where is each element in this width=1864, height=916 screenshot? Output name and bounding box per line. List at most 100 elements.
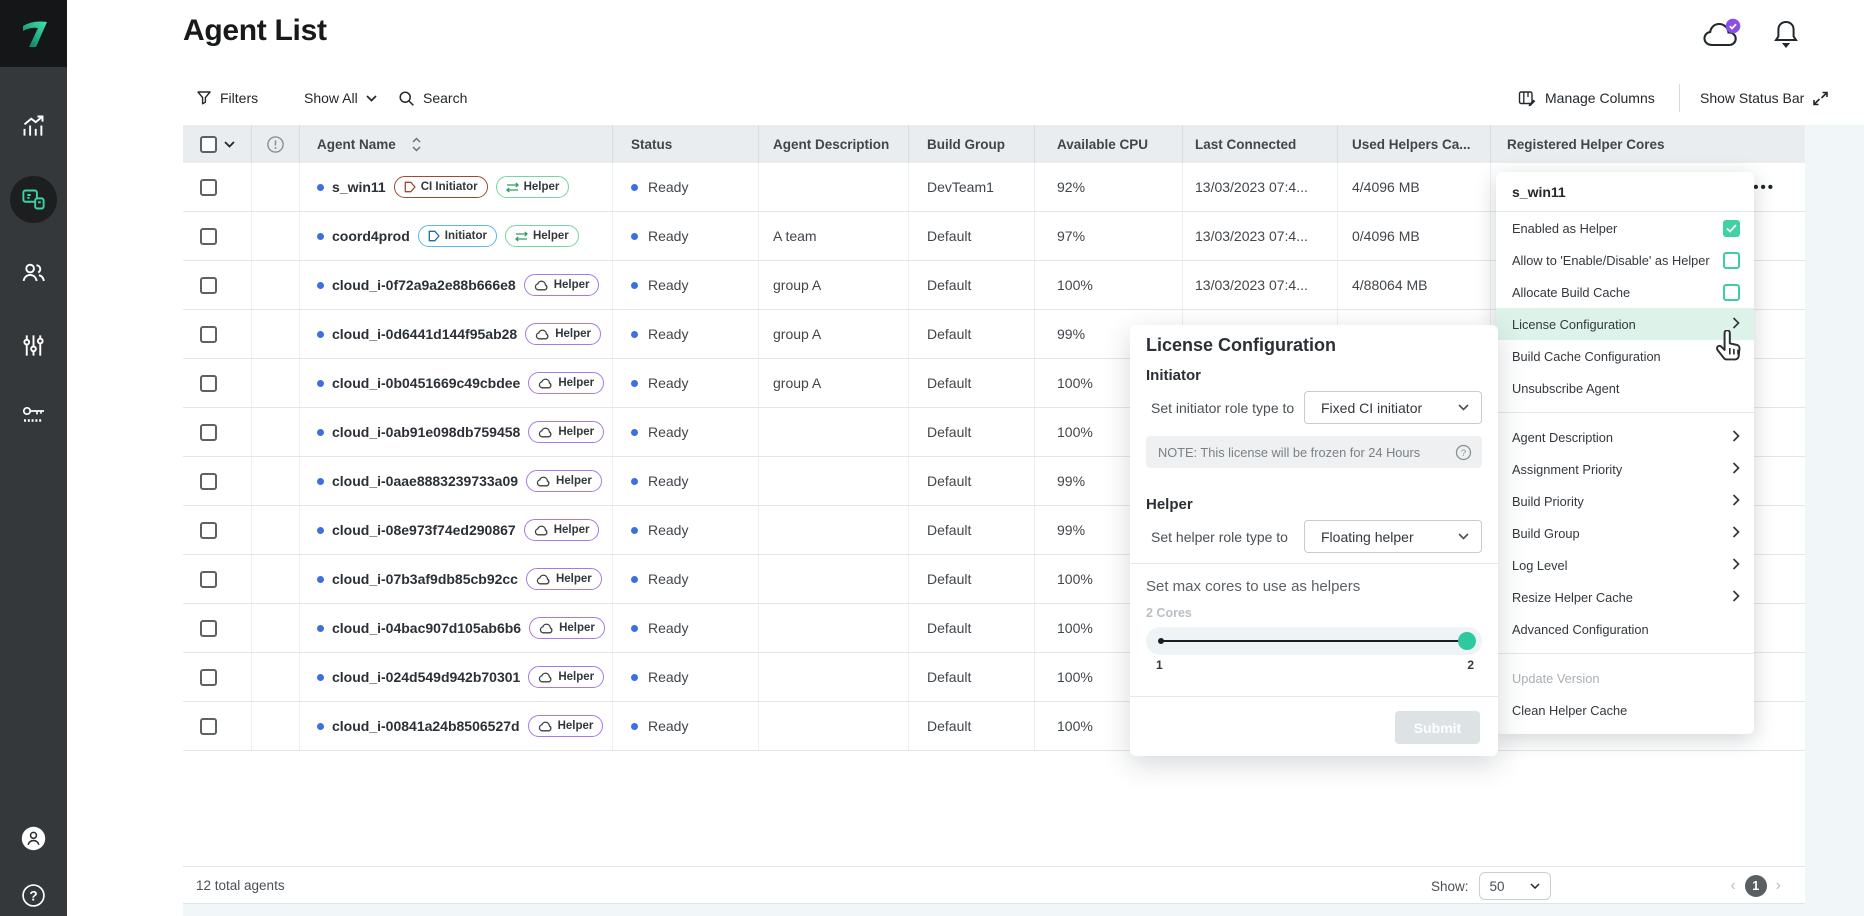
row-checkbox[interactable] bbox=[200, 669, 217, 686]
cloud-icon bbox=[538, 672, 553, 683]
menu-divider bbox=[1496, 653, 1754, 654]
menu-item-allocate-build-cache[interactable]: Allocate Build Cache bbox=[1496, 276, 1754, 308]
sidebar-item-users[interactable] bbox=[0, 259, 67, 286]
search-button[interactable]: Search bbox=[398, 83, 467, 113]
menu-item-log-level[interactable]: Log Level bbox=[1496, 549, 1754, 581]
column-header-build-group[interactable]: Build Group bbox=[909, 125, 1035, 163]
row-checkbox[interactable] bbox=[200, 718, 217, 735]
sidebar-item-profile[interactable] bbox=[0, 825, 67, 852]
build-group-cell: Default bbox=[909, 457, 1035, 505]
agent-role-badge: Helper bbox=[525, 323, 601, 345]
menu-item-build-group[interactable]: Build Group bbox=[1496, 517, 1754, 549]
agent-name: s_win11 bbox=[332, 179, 386, 195]
sidebar-item-licenses[interactable] bbox=[0, 403, 67, 429]
menu-item-agent-description[interactable]: Agent Description bbox=[1496, 421, 1754, 453]
menu-item-label: Build Group bbox=[1512, 526, 1580, 541]
row-checkbox[interactable] bbox=[200, 620, 217, 637]
slider-handle[interactable] bbox=[1458, 632, 1476, 650]
row-checkbox[interactable] bbox=[200, 522, 217, 539]
row-checkbox[interactable] bbox=[200, 375, 217, 392]
menu-item-clean-helper-cache[interactable]: Clean Helper Cache bbox=[1496, 694, 1754, 726]
agents-icon bbox=[20, 186, 47, 213]
chart-icon bbox=[20, 112, 47, 139]
last-connected-cell: 13/03/2023 07:4... bbox=[1183, 261, 1338, 309]
checkbox-unchecked[interactable] bbox=[1723, 284, 1740, 301]
page-size-select[interactable]: 50 bbox=[1479, 872, 1551, 900]
initiator-role-select[interactable]: Fixed CI initiator bbox=[1304, 391, 1482, 424]
column-header-agent-name[interactable]: Agent Name bbox=[300, 125, 613, 163]
agent-name: cloud_i-0aae8883239733a09 bbox=[332, 473, 518, 489]
agent-name: cloud_i-024d549d942b70301 bbox=[332, 669, 520, 685]
row-checkbox[interactable] bbox=[200, 179, 217, 196]
menu-item-resize-helper-cache[interactable]: Resize Helper Cache bbox=[1496, 581, 1754, 613]
search-label: Search bbox=[423, 90, 467, 106]
menu-item-assignment-priority[interactable]: Assignment Priority bbox=[1496, 453, 1754, 485]
menu-item-allow-to-enable-disable-as-helper[interactable]: Allow to 'Enable/Disable' as Helper bbox=[1496, 244, 1754, 276]
cloud-check-icon bbox=[1700, 18, 1744, 52]
agent-role-badge: Initiator bbox=[418, 225, 497, 247]
alert-cell bbox=[252, 408, 300, 456]
brand-logo[interactable] bbox=[0, 0, 67, 67]
sort-icon[interactable] bbox=[411, 137, 422, 152]
filters-button[interactable]: Filters bbox=[196, 83, 258, 113]
column-header-available-cpu[interactable]: Available CPU bbox=[1035, 125, 1183, 163]
status-cell: Ready bbox=[613, 261, 759, 309]
profile-icon bbox=[20, 825, 47, 852]
cloud-icon bbox=[539, 623, 554, 634]
build-group-cell: Default bbox=[909, 506, 1035, 554]
checkbox-checked[interactable] bbox=[1723, 220, 1740, 237]
notifications-button[interactable] bbox=[1772, 18, 1800, 55]
max-cores-slider[interactable] bbox=[1146, 627, 1482, 655]
select-all-checkbox[interactable] bbox=[200, 136, 217, 153]
help-circle-icon[interactable]: ? bbox=[1455, 444, 1472, 461]
column-header-used-helpers[interactable]: Used Helpers Ca... bbox=[1338, 125, 1491, 163]
cloud-sync-button[interactable] bbox=[1700, 18, 1744, 57]
row-checkbox[interactable] bbox=[200, 228, 217, 245]
show-status-bar-button[interactable]: Show Status Bar bbox=[1700, 83, 1829, 113]
agent-status-dot bbox=[317, 674, 324, 681]
next-page-button[interactable]: › bbox=[1776, 877, 1781, 895]
row-checkbox[interactable] bbox=[200, 571, 217, 588]
swap-icon bbox=[506, 182, 519, 193]
menu-item-unsubscribe-agent[interactable]: Unsubscribe Agent bbox=[1496, 372, 1754, 404]
build-group-cell: Default bbox=[909, 604, 1035, 652]
column-header-registered-helper-cores[interactable]: Registered Helper Cores bbox=[1491, 125, 1805, 163]
status-cell: Ready bbox=[613, 163, 759, 211]
agent-status-dot bbox=[317, 429, 324, 436]
ready-status-dot bbox=[631, 184, 638, 191]
menu-item-build-priority[interactable]: Build Priority bbox=[1496, 485, 1754, 517]
agent-name-cell: cloud_i-08e973f74ed290867Helper bbox=[300, 506, 613, 554]
menu-item-enabled-as-helper[interactable]: Enabled as Helper bbox=[1496, 212, 1754, 244]
status-label: Ready bbox=[648, 179, 688, 195]
sidebar-item-help[interactable]: ? bbox=[0, 883, 67, 908]
row-checkbox[interactable] bbox=[200, 326, 217, 343]
status-label: Ready bbox=[648, 571, 688, 587]
menu-item-advanced-configuration[interactable]: Advanced Configuration bbox=[1496, 613, 1754, 645]
last-connected-cell: 13/03/2023 07:4... bbox=[1183, 212, 1338, 260]
row-checkbox[interactable] bbox=[200, 473, 217, 490]
row-checkbox[interactable] bbox=[200, 277, 217, 294]
menu-item-update-version[interactable]: Update Version bbox=[1496, 662, 1754, 694]
ready-status-dot bbox=[631, 282, 638, 289]
sidebar-item-dashboard[interactable] bbox=[0, 112, 67, 139]
manage-columns-button[interactable]: Manage Columns bbox=[1518, 83, 1655, 113]
select-menu-chevron-icon[interactable] bbox=[224, 141, 235, 148]
show-all-dropdown[interactable]: Show All bbox=[304, 83, 377, 113]
helper-role-select[interactable]: Floating helper bbox=[1304, 520, 1482, 553]
row-more-options-button[interactable]: ••• bbox=[1753, 179, 1775, 196]
ready-status-dot bbox=[631, 233, 638, 240]
checkbox-unchecked[interactable] bbox=[1723, 252, 1740, 269]
column-header-agent-description[interactable]: Agent Description bbox=[759, 125, 909, 163]
row-checkbox[interactable] bbox=[200, 424, 217, 441]
column-header-status[interactable]: Status bbox=[613, 125, 759, 163]
build-group-cell: DevTeam1 bbox=[909, 163, 1035, 211]
agent-role-badge: Helper bbox=[526, 568, 602, 590]
column-header-last-connected[interactable]: Last Connected bbox=[1183, 125, 1338, 163]
submit-button[interactable]: Submit bbox=[1395, 711, 1480, 744]
badge-label: Helper bbox=[558, 426, 594, 438]
show-all-label: Show All bbox=[304, 90, 358, 106]
sidebar-item-agents-active[interactable] bbox=[10, 176, 57, 223]
sidebar-item-settings[interactable] bbox=[0, 332, 67, 359]
alert-cell bbox=[252, 506, 300, 554]
prev-page-button[interactable]: ‹ bbox=[1730, 877, 1735, 895]
